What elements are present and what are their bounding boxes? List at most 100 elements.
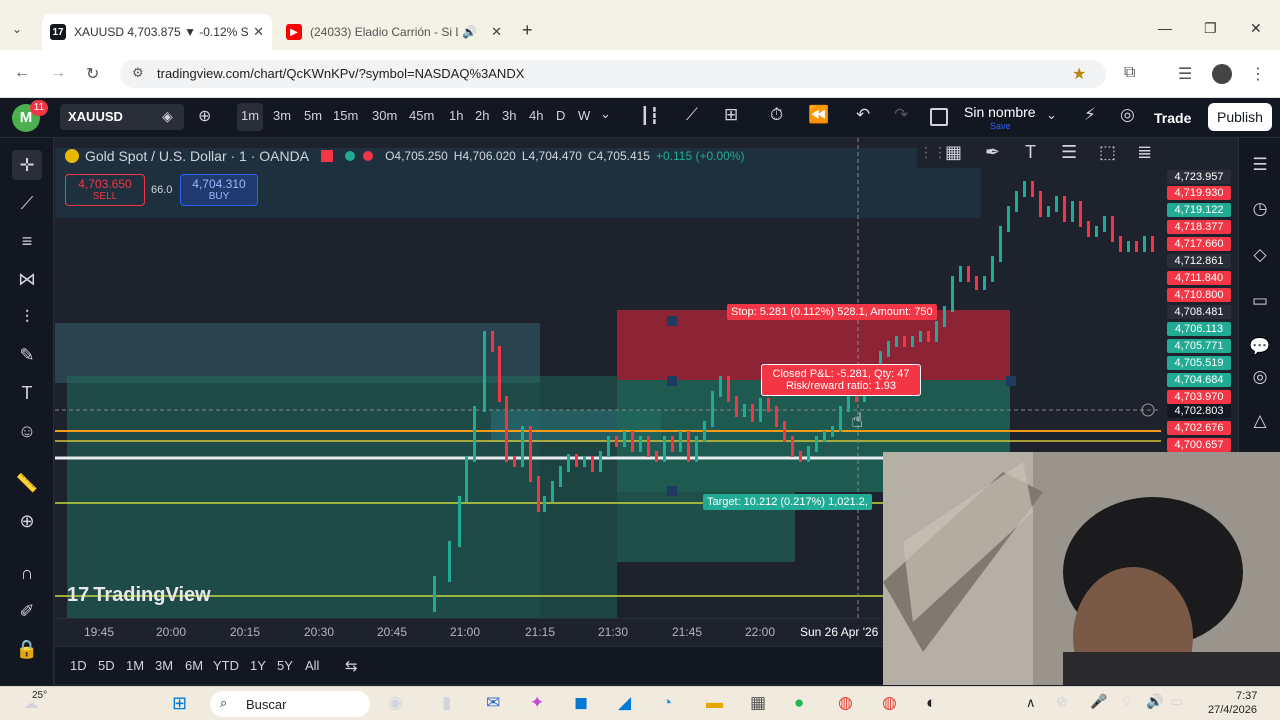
chrome-active-icon[interactable]: ◍ — [882, 693, 897, 713]
range-ytd[interactable]: YTD — [213, 658, 239, 673]
magnet-icon[interactable]: ∩ — [12, 558, 42, 588]
chat-icon[interactable]: ▭ — [1247, 288, 1273, 314]
tab-tradingview[interactable]: 17 XAUUSD 4,703.875 ▼ -0.12% S ✕ — [42, 14, 272, 50]
lock-icon[interactable]: 🔒 — [12, 634, 42, 664]
browser-menu-icon[interactable]: ⋮ — [1250, 64, 1266, 84]
network-tray-icon[interactable]: ⊘ — [1056, 693, 1068, 710]
stop-label[interactable]: Stop: 5.281 (0.112%) 528.1, Amount: 750 — [727, 304, 937, 320]
calculator-icon[interactable]: ▦ — [750, 693, 766, 713]
range-5y[interactable]: 5Y — [277, 658, 293, 673]
date-range-icon[interactable]: ⇆ — [345, 657, 358, 675]
range-1m[interactable]: 1M — [126, 658, 144, 673]
range-1y[interactable]: 1Y — [250, 658, 266, 673]
store-icon[interactable]: ✉ — [486, 693, 500, 713]
ms-app-icon[interactable]: ◢ — [618, 693, 631, 713]
list-icon[interactable]: ≣ — [1137, 142, 1152, 163]
crosshair-icon[interactable]: ✛ — [12, 150, 42, 180]
trade-button[interactable]: Trade — [1146, 104, 1199, 132]
close-window-button[interactable]: ✕ — [1250, 20, 1262, 37]
quick-search-icon[interactable]: ⚡ — [1084, 105, 1096, 125]
undo-icon[interactable]: ↶ — [856, 105, 870, 125]
icons-tool-icon[interactable]: ☺ — [12, 416, 42, 446]
chrome-icon[interactable]: ◍ — [838, 693, 853, 713]
publish-button[interactable]: Publish — [1208, 103, 1272, 131]
trendline-icon[interactable]: ⟋ — [12, 188, 42, 218]
ruler-icon[interactable]: 📏 — [12, 468, 42, 498]
layout-dropdown-icon[interactable]: ⌄ — [1046, 107, 1057, 123]
indicators-icon[interactable]: ⟋ — [686, 105, 698, 125]
buy-button[interactable]: 4,704.310 BUY — [180, 174, 258, 206]
tray-up-icon[interactable]: ∧ — [1026, 695, 1036, 711]
timeframe-5m[interactable]: 5m — [304, 108, 322, 123]
range-1d[interactable]: 1D — [70, 658, 87, 673]
pnl-label[interactable]: Closed P&L: -5.281, Qty: 47 Risk/reward … — [761, 364, 921, 396]
range-all[interactable]: All — [305, 658, 319, 673]
alerts-clock-icon[interactable]: ◷ — [1247, 196, 1273, 222]
forecast-icon[interactable]: ⫶ — [12, 302, 42, 332]
range-3m[interactable]: 3M — [155, 658, 173, 673]
sell-button[interactable]: 4,703.650 SELL — [65, 174, 145, 206]
layout-icon[interactable] — [930, 108, 948, 126]
settings-icon[interactable]: ◎ — [1120, 105, 1135, 125]
target-icon[interactable]: ◎ — [1247, 364, 1273, 390]
timeframe-1m[interactable]: 1m — [241, 108, 259, 123]
position-handle[interactable] — [667, 376, 677, 386]
forward-icon[interactable]: → — [50, 64, 66, 82]
timeframe-45m[interactable]: 45m — [409, 108, 434, 123]
symbol-search[interactable]: XAUUSD ◈ — [60, 104, 184, 130]
profile-avatar[interactable] — [1212, 64, 1232, 84]
bookmark-star-icon[interactable]: ★ — [1072, 64, 1086, 84]
redo-icon[interactable]: ↷ — [894, 105, 908, 125]
legend-title[interactable]: Gold Spot / U.S. Dollar · 1 · OANDA — [85, 148, 309, 164]
grid-tool-icon[interactable]: ▦ — [945, 142, 962, 163]
close-icon[interactable]: ✕ — [253, 24, 264, 40]
layout-save-hint[interactable]: Save — [990, 121, 1011, 131]
timeframe-30m[interactable]: 30m — [372, 108, 397, 123]
battery-icon[interactable]: ▭ — [1170, 693, 1183, 710]
comments-icon[interactable]: 💬 — [1247, 334, 1273, 360]
compare-icon[interactable]: ◈ — [162, 108, 173, 125]
add-symbol-icon[interactable]: ⊕ — [198, 106, 211, 126]
position-handle[interactable] — [667, 316, 677, 326]
timeframe-W[interactable]: W — [578, 108, 590, 123]
drag-handle-icon[interactable]: ⋮⋮ — [919, 144, 947, 161]
text-icon[interactable]: T — [1025, 142, 1036, 163]
text-tool-icon[interactable]: T — [12, 378, 42, 408]
pen-icon[interactable]: ✒ — [985, 142, 1000, 163]
edge-icon[interactable]: ◔ — [662, 693, 672, 713]
media-icon[interactable]: ☰ — [1178, 64, 1192, 84]
copilot-icon[interactable]: ✦ — [530, 693, 544, 713]
tab-youtube[interactable]: ▶ (24033) Eladio Carrión - Si L 🔊 ✕ — [278, 14, 510, 50]
timeframe-D[interactable]: D — [556, 108, 565, 123]
tab-search-icon[interactable]: ⌄ — [12, 22, 22, 36]
timeframe-3h[interactable]: 3h — [502, 108, 516, 123]
speaker-icon[interactable]: 🔊 — [462, 25, 477, 39]
align-icon[interactable]: ☰ — [1061, 142, 1077, 163]
outlook-icon[interactable]: ◼ — [574, 693, 588, 713]
close-icon[interactable]: ✕ — [491, 24, 502, 40]
timeframe-1h[interactable]: 1h — [449, 108, 463, 123]
minimize-button[interactable]: — — [1158, 20, 1172, 36]
position-handle[interactable] — [667, 486, 677, 496]
start-icon[interactable]: ⊞ — [172, 693, 187, 714]
back-icon[interactable]: ← — [14, 64, 30, 82]
zoom-icon[interactable]: ⊕ — [12, 506, 42, 536]
restore-button[interactable]: ❐ — [1204, 20, 1217, 37]
target-label[interactable]: Target: 10.212 (0.217%) 1,021.2, — [703, 494, 872, 510]
reload-icon[interactable]: ↻ — [86, 64, 99, 84]
brush-icon[interactable]: ✎ — [12, 340, 42, 370]
candles-icon[interactable]: ┃┇ — [640, 106, 659, 126]
templates-icon[interactable]: ⊞ — [724, 105, 738, 125]
fib-icon[interactable]: ≡ — [12, 226, 42, 256]
site-info-icon[interactable]: ⚙ — [132, 65, 144, 81]
volume-icon[interactable]: 🔊 — [1146, 693, 1163, 710]
wifi-icon[interactable]: ⌔ — [1120, 693, 1133, 711]
extensions-icon[interactable]: ⧉ — [1124, 64, 1135, 82]
explorer-icon[interactable]: ▬ — [706, 693, 723, 713]
timeframe-dropdown-icon[interactable]: ⌄ — [600, 106, 611, 122]
timeframe-15m[interactable]: 15m — [333, 108, 358, 123]
layers-icon[interactable]: ◇ — [1247, 242, 1273, 268]
timeframe-3m[interactable]: 3m — [273, 108, 291, 123]
alert-icon[interactable]: ⏱ — [770, 105, 783, 125]
clock-time[interactable]: 7:37 — [1236, 690, 1257, 702]
